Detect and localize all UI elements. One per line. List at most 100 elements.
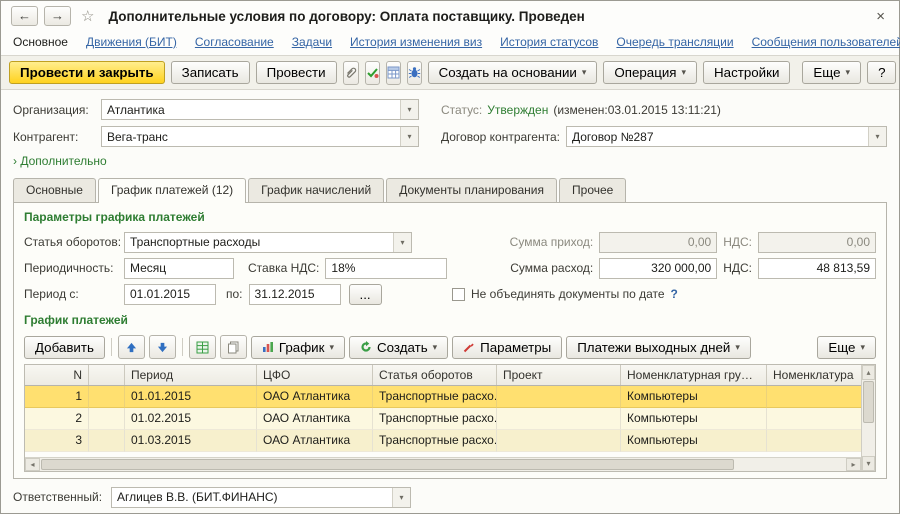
- move-up-button[interactable]: [118, 335, 145, 359]
- cell-nom-group[interactable]: Компьютеры: [621, 430, 767, 452]
- close-icon[interactable]: ×: [872, 8, 889, 25]
- cell-project[interactable]: [497, 408, 621, 430]
- additional-expander[interactable]: › Дополнительно: [13, 154, 107, 168]
- scroll-up-icon[interactable]: ▴: [862, 365, 875, 380]
- choose-icon[interactable]: ▾: [400, 100, 418, 119]
- column-header-nom-group[interactable]: Номенклатурная гру…: [621, 365, 767, 385]
- cell-n[interactable]: 2: [25, 408, 89, 430]
- debug-button[interactable]: [407, 61, 422, 85]
- cell-project[interactable]: [497, 430, 621, 452]
- cell-cfo[interactable]: ОАО Атлантика: [257, 386, 373, 408]
- cell-period[interactable]: 01.03.2015: [125, 430, 257, 452]
- responsible-field[interactable]: Аглицев В.В. (БИТ.ФИНАНС) ▾: [111, 487, 411, 508]
- organization-field[interactable]: Атлантика ▾: [101, 99, 419, 120]
- column-header-nomenclature[interactable]: Номенклатура: [767, 365, 861, 385]
- contractor-field[interactable]: Вега-транс ▾: [101, 126, 419, 147]
- period-from-field[interactable]: 01.01.2015: [124, 284, 216, 305]
- table-row[interactable]: 2 01.02.2015 ОАО Атлантика Транспортные …: [25, 408, 861, 430]
- nav-item-broadcast-queue[interactable]: Очередь трансляции: [616, 35, 733, 49]
- cell-cfo[interactable]: ОАО Атлантика: [257, 430, 373, 452]
- cell-marker[interactable]: [89, 408, 125, 430]
- horizontal-scroll-track[interactable]: [40, 458, 846, 471]
- forward-button[interactable]: →: [44, 6, 71, 26]
- cell-nomenclature[interactable]: [767, 408, 861, 430]
- help-button[interactable]: ?: [867, 61, 896, 84]
- checkbox-help-link[interactable]: ?: [671, 287, 678, 301]
- back-button[interactable]: ←: [11, 6, 38, 26]
- visa-approval-button[interactable]: [365, 61, 380, 85]
- cell-cfo[interactable]: ОАО Атлантика: [257, 408, 373, 430]
- attachments-button[interactable]: [343, 61, 359, 85]
- choose-icon[interactable]: ▾: [393, 233, 411, 252]
- column-header-period[interactable]: Период: [125, 365, 257, 385]
- periodicity-field[interactable]: Месяц: [124, 258, 234, 279]
- column-header-marker[interactable]: [89, 365, 125, 385]
- operation-button[interactable]: Операция ▾: [603, 61, 697, 84]
- nav-item-movements[interactable]: Движения (БИТ): [86, 35, 177, 49]
- period-ellipsis-button[interactable]: ...: [349, 284, 382, 305]
- contract-field[interactable]: Договор №287 ▾: [566, 126, 887, 147]
- nav-item-main[interactable]: Основное: [13, 35, 68, 49]
- cell-n[interactable]: 1: [25, 386, 89, 408]
- nav-item-user-messages[interactable]: Сообщения пользователей: [752, 35, 900, 49]
- tab-accrual-schedule[interactable]: График начислений: [248, 178, 384, 202]
- schedule-more-button[interactable]: Еще ▾: [817, 336, 876, 359]
- turnover-item-field[interactable]: Транспортные расходы ▾: [124, 232, 412, 253]
- period-to-field[interactable]: 31.12.2015: [249, 284, 341, 305]
- vertical-scrollbar[interactable]: ▴ ▾: [861, 365, 875, 471]
- nav-item-visa-history[interactable]: История изменения виз: [350, 35, 482, 49]
- column-header-project[interactable]: Проект: [497, 365, 621, 385]
- cell-nomenclature[interactable]: [767, 430, 861, 452]
- nav-item-status-history[interactable]: История статусов: [500, 35, 598, 49]
- cell-period[interactable]: 01.02.2015: [125, 408, 257, 430]
- vertical-scroll-thumb[interactable]: [863, 381, 874, 423]
- more-button[interactable]: Еще ▾: [802, 61, 861, 84]
- structure-button[interactable]: [386, 61, 401, 85]
- column-header-n[interactable]: N: [25, 365, 89, 385]
- table-row[interactable]: 1 01.01.2015 ОАО Атлантика Транспортные …: [25, 386, 861, 408]
- vat-rate-field[interactable]: 18%: [325, 258, 447, 279]
- scroll-down-icon[interactable]: ▾: [862, 456, 875, 471]
- choose-icon[interactable]: ▾: [392, 488, 410, 507]
- horizontal-scrollbar[interactable]: ◂ ▸: [25, 457, 861, 471]
- post-button[interactable]: Провести: [256, 61, 337, 84]
- tab-payment-schedule[interactable]: График платежей (12): [98, 178, 246, 203]
- cell-n[interactable]: 3: [25, 430, 89, 452]
- table-row[interactable]: 3 01.03.2015 ОАО Атлантика Транспортные …: [25, 430, 861, 452]
- settings-button[interactable]: Настройки: [703, 61, 790, 84]
- horizontal-scroll-thumb[interactable]: [41, 459, 734, 470]
- expense-sum-field[interactable]: 320 000,00: [599, 258, 717, 279]
- choose-icon[interactable]: ▾: [400, 127, 418, 146]
- fill-values-button[interactable]: [189, 335, 216, 359]
- scroll-left-icon[interactable]: ◂: [25, 458, 40, 471]
- cell-nomenclature[interactable]: [767, 386, 861, 408]
- write-button[interactable]: Записать: [171, 61, 250, 84]
- chart-button[interactable]: График ▾: [251, 336, 345, 359]
- expense-vat-field[interactable]: 48 813,59: [758, 258, 876, 279]
- column-header-turnover-item[interactable]: Статья оборотов: [373, 365, 497, 385]
- cell-turnover-item[interactable]: Транспортные расхо...: [373, 408, 497, 430]
- cell-marker[interactable]: [89, 430, 125, 452]
- cell-turnover-item[interactable]: Транспортные расхо...: [373, 430, 497, 452]
- choose-icon[interactable]: ▾: [868, 127, 886, 146]
- create-button[interactable]: Создать ▾: [349, 336, 448, 359]
- favorite-star-icon[interactable]: ☆: [81, 7, 94, 25]
- cell-marker[interactable]: [89, 386, 125, 408]
- cell-nom-group[interactable]: Компьютеры: [621, 386, 767, 408]
- tab-main[interactable]: Основные: [13, 178, 96, 202]
- nav-item-tasks[interactable]: Задачи: [292, 35, 332, 49]
- tab-planning-documents[interactable]: Документы планирования: [386, 178, 557, 202]
- parameters-button[interactable]: Параметры: [452, 336, 562, 359]
- weekend-payments-button[interactable]: Платежи выходных дней ▾: [566, 336, 751, 359]
- scroll-right-icon[interactable]: ▸: [846, 458, 861, 471]
- copy-row-button[interactable]: [220, 335, 247, 359]
- cell-turnover-item[interactable]: Транспортные расхо...: [373, 386, 497, 408]
- column-header-cfo[interactable]: ЦФО: [257, 365, 373, 385]
- cell-project[interactable]: [497, 386, 621, 408]
- status-link[interactable]: Утвержден: [487, 103, 548, 117]
- post-and-close-button[interactable]: Провести и закрыть: [9, 61, 165, 84]
- cell-period[interactable]: 01.01.2015: [125, 386, 257, 408]
- create-on-basis-button[interactable]: Создать на основании ▾: [428, 61, 598, 84]
- add-row-button[interactable]: Добавить: [24, 336, 105, 359]
- cell-nom-group[interactable]: Компьютеры: [621, 408, 767, 430]
